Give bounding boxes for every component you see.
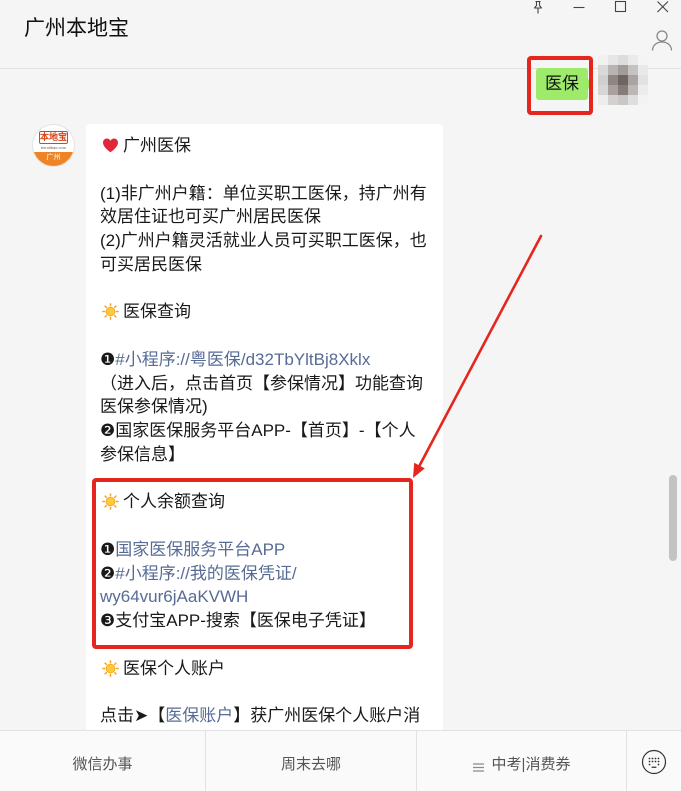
menu-item-label: 微信办事 [72, 755, 133, 773]
person-icon[interactable] [650, 28, 674, 52]
text-line: 可买居民医保 [100, 254, 202, 274]
close-icon[interactable] [656, 0, 670, 14]
avatar-mosaic-cell [608, 75, 618, 85]
logo-city: 广州 [33, 152, 74, 166]
section-title: 医保个人账户 [123, 658, 225, 678]
heart-icon [102, 137, 119, 154]
list-item: ❶#小程序://粤医保/d32TbYltBj8Xklx [100, 348, 438, 372]
avatar-mosaic-cell [638, 55, 648, 65]
logo-name: 本地宝 [39, 131, 68, 144]
text-line: 参保信息】 [100, 444, 185, 464]
avatar-mosaic-cell [598, 65, 608, 75]
avatar-mosaic-cell [608, 65, 618, 75]
sun-icon [102, 659, 119, 677]
avatar-mosaic-cell [628, 65, 638, 75]
annotation-highlight-box-balance [92, 478, 413, 649]
text-prefix: 点击➤【 [100, 706, 166, 725]
section-heading: 医保查询 [100, 300, 438, 324]
section-heading: 广州医保 [100, 134, 438, 158]
pin-icon[interactable] [531, 0, 545, 14]
chat-title: 广州本地宝 [24, 17, 129, 40]
keyboard-icon[interactable] [641, 749, 667, 775]
avatar-mosaic-cell [628, 75, 638, 85]
avatar-mosaic-cell [618, 55, 628, 65]
text-line: 医保参保情况) [100, 397, 208, 417]
account-link[interactable]: 医保账户 [165, 706, 233, 725]
text-line: （进入后，点击首页【参保情况】功能查询 [100, 373, 423, 393]
maximize-icon[interactable] [614, 0, 628, 14]
text-line: (1)非广州户籍：单位买职工医保，持广州有 [100, 183, 427, 203]
menu-divider [626, 731, 627, 791]
avatar-mosaic-cell [628, 55, 638, 65]
section-title: 广州医保 [123, 136, 191, 155]
item-number: ❶ [100, 349, 116, 369]
avatar-mosaic-cell [598, 55, 608, 65]
chat-history: 本地宝 bendibao.com 广州 广州医保 (1)非广州户籍：单位买职工医… [0, 69, 681, 730]
avatar-mosaic-cell [628, 95, 638, 105]
annotation-highlight-box-sent [527, 56, 593, 115]
account-avatar[interactable]: 本地宝 bendibao.com 广州 [32, 124, 75, 167]
logo-site: bendibao.com [40, 145, 67, 150]
avatar-mosaic-cell [628, 85, 638, 95]
avatar-mosaic-cell [638, 75, 648, 85]
avatar-mosaic-cell [608, 55, 618, 65]
avatar-mosaic-cell [638, 65, 648, 75]
scrollbar-thumb[interactable] [669, 475, 677, 561]
avatar-mosaic-cell [618, 65, 628, 75]
menu-item-wechat-services[interactable]: 微信办事 [0, 731, 205, 791]
avatar-mosaic-cell [598, 95, 608, 105]
sun-icon [102, 303, 119, 321]
avatar-mosaic-cell [618, 75, 628, 85]
text-line: 效居住证也可买广州居民医保 [100, 207, 321, 227]
mini-program-link[interactable]: #小程序://粤医保/d32TbYltBj8Xklx [115, 350, 370, 369]
bottom-menu: 微信办事 周末去哪 中考|消费券 [0, 730, 681, 791]
avatar-mosaic-cell [618, 95, 628, 105]
avatar-mosaic-cell [598, 85, 608, 95]
avatar-mosaic-cell [638, 85, 648, 95]
text-line: (2)广州户籍灵活就业人员可买职工医保，也 [100, 231, 427, 250]
section-heading: 医保个人账户 [100, 657, 438, 681]
avatar-mosaic-cell [618, 85, 628, 95]
section-title: 医保查询 [123, 302, 191, 322]
avatar-mosaic-cell [598, 75, 608, 85]
menu-item-weekend[interactable]: 周末去哪 [206, 731, 416, 791]
minimize-icon[interactable] [572, 0, 586, 14]
menu-item-label: 中考|消费券 [491, 755, 571, 773]
text-line: 点击➤【医保账户】获广州医保个人账户消 [100, 704, 438, 728]
text-line: ❷国家医保服务平台APP-【首页】-【个人 [100, 421, 416, 440]
avatar-mosaic-cell [608, 95, 618, 105]
avatar-mosaic-cell [638, 95, 648, 105]
menu-item-exam-coupons[interactable]: 中考|消费券 [417, 731, 626, 791]
avatar-mosaic-cell [608, 85, 618, 95]
text-suffix: 】获广州医保个人账户消 [233, 706, 421, 725]
menu-icon [472, 759, 484, 772]
menu-item-label: 周末去哪 [280, 755, 341, 773]
user-avatar[interactable] [598, 55, 648, 105]
